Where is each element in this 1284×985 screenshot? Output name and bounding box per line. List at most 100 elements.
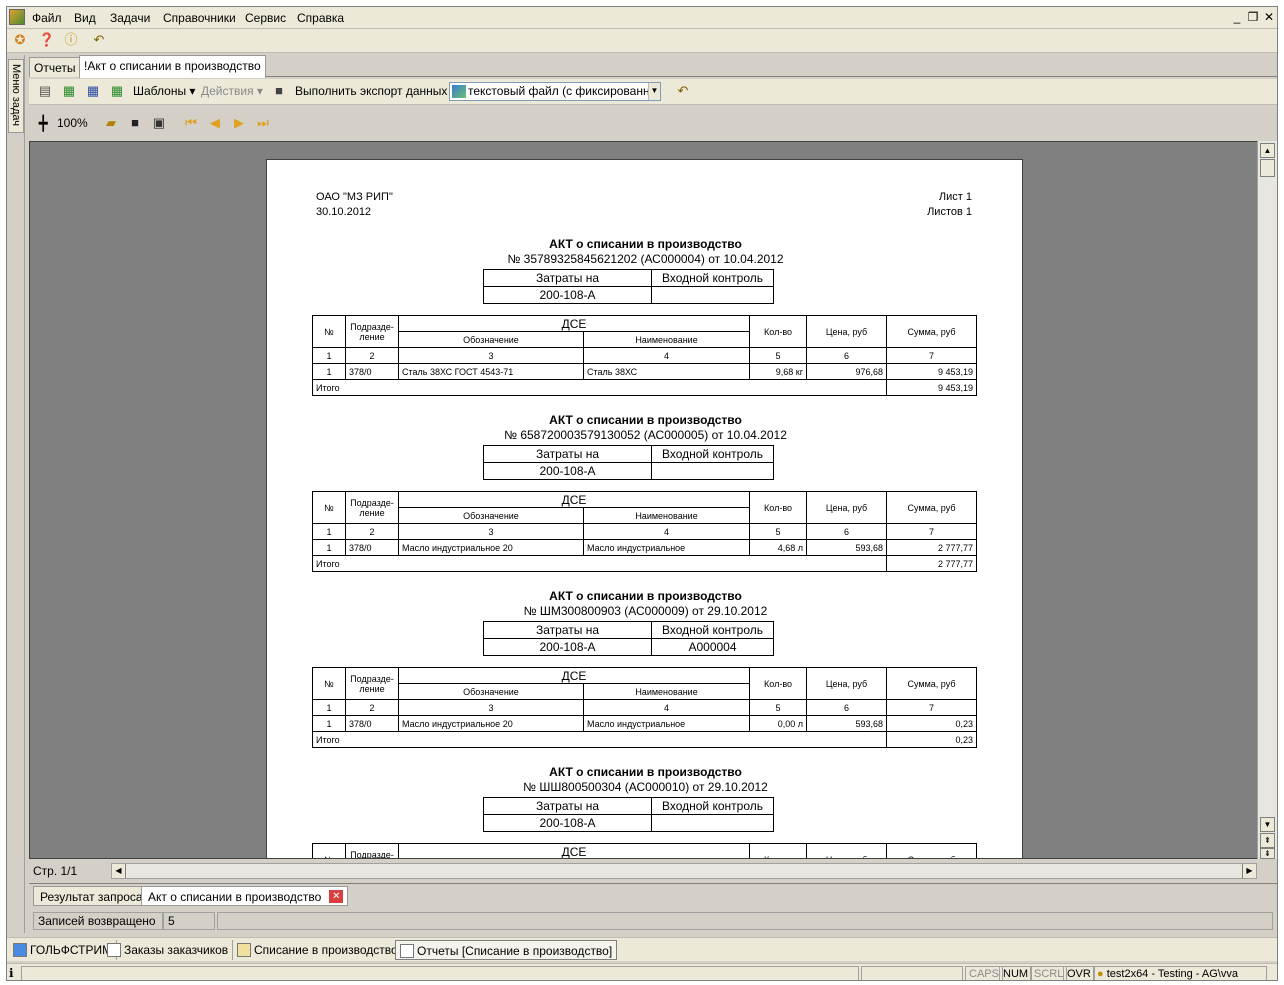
colnum: 7 bbox=[886, 347, 978, 364]
scroll-down-icon[interactable]: ▼ bbox=[1260, 817, 1275, 832]
tab-query-result[interactable]: Результат запроса bbox=[33, 886, 150, 906]
act-subtitle: № ШШ800500304 (АС000010) от 29.10.2012 bbox=[523, 780, 768, 794]
task-reports[interactable]: Отчеты [Списание в производство] bbox=[395, 940, 618, 960]
tab-reports[interactable]: Отчеты bbox=[29, 57, 81, 77]
total-row: Итого 0,23 bbox=[311, 731, 978, 748]
first-page-icon[interactable]: ⏮ bbox=[181, 113, 201, 133]
task-customer-orders[interactable]: Заказы заказчиков bbox=[103, 940, 234, 960]
menu-view[interactable]: Вид bbox=[74, 11, 96, 25]
items-table: №Подразде-лениеДСЕКол-воЦена, рубСумма, … bbox=[311, 315, 978, 396]
report-viewer[interactable]: ОАО "МЗ РИП" 30.10.2012 Лист 1 Листов 1 … bbox=[29, 141, 1265, 859]
open-icon[interactable]: ▰ bbox=[101, 113, 121, 133]
page-up-icon[interactable]: ⇞ bbox=[1260, 833, 1275, 848]
exit-icon[interactable]: ↶ bbox=[89, 30, 109, 50]
scroll-thumb[interactable] bbox=[1260, 159, 1275, 177]
text-file-icon bbox=[452, 85, 466, 98]
status-bar: ℹ CAPS NUM SCRL OVR ● test2x64 - Testing… bbox=[7, 963, 1277, 980]
window-icon bbox=[13, 943, 27, 957]
user-icon: ● bbox=[1097, 968, 1104, 980]
info-icon: ℹ bbox=[9, 966, 14, 980]
colnum: 3 bbox=[398, 347, 584, 364]
menu-service[interactable]: Сервис bbox=[245, 11, 286, 25]
task-menu-tab[interactable]: Меню задач bbox=[8, 59, 24, 133]
tab-act-report[interactable]: !Акт о списании в производство bbox=[79, 55, 266, 78]
num-indicator: NUM bbox=[999, 966, 1033, 980]
table-row: 1 378/0 Сталь 38ХС ГОСТ 4543-71 Сталь 38ХС 9… bbox=[312, 363, 978, 380]
page-down-icon[interactable]: ⇟ bbox=[1260, 848, 1275, 859]
act-subtitle: № ШМ300800903 (АС000009) от 29.10.2012 bbox=[523, 604, 768, 618]
next-page-icon[interactable]: ▶ bbox=[229, 113, 249, 133]
colnum: 2 bbox=[345, 347, 399, 364]
document-icon bbox=[107, 943, 121, 957]
actions-menu[interactable]: Действия ▾ bbox=[201, 84, 263, 98]
menu-help[interactable]: Справка bbox=[297, 11, 344, 25]
export-format-select[interactable]: текстовый файл (с фиксированным ▼ bbox=[449, 82, 661, 101]
menu-file[interactable]: Файл bbox=[32, 11, 62, 25]
col-dse: ДСЕ bbox=[397, 315, 751, 332]
info-icon[interactable]: ⓘ bbox=[61, 30, 81, 50]
sheet-count: Листов 1 bbox=[927, 206, 972, 218]
act-title: АКТ о списании в производство bbox=[549, 589, 742, 603]
org-name: ОАО "МЗ РИП" bbox=[316, 191, 393, 203]
col-no: № bbox=[312, 315, 346, 348]
act-subtitle: № 658720003579130052 (АС000005) от 10.04… bbox=[504, 428, 787, 442]
vertical-scrollbar[interactable]: ▲ ▼ ⇞ ⇟ bbox=[1257, 141, 1277, 859]
document-icon bbox=[237, 943, 251, 957]
tab-act-result[interactable]: Акт о списании в производство ✕ bbox=[141, 886, 349, 906]
scroll-right-icon[interactable]: ▶ bbox=[1242, 864, 1256, 878]
export-icon[interactable]: ■ bbox=[269, 81, 289, 101]
task-write-off[interactable]: Списание в производство bbox=[233, 940, 403, 960]
records-label: Записей возвращено bbox=[33, 912, 163, 930]
cost-table: Затраты на Входной контроль 200-108-А bbox=[483, 445, 774, 480]
caps-indicator: CAPS bbox=[965, 966, 1003, 980]
close-icon[interactable]: ✕ bbox=[1261, 9, 1277, 25]
colnum: 5 bbox=[749, 347, 808, 364]
templates-menu[interactable]: Шаблоны ▾ bbox=[133, 84, 195, 98]
last-page-icon[interactable]: ⏭ bbox=[253, 113, 273, 133]
col-designation: Обозначение bbox=[398, 331, 584, 348]
save-icon[interactable]: ■ bbox=[125, 113, 145, 133]
status-message bbox=[21, 966, 859, 980]
zoom-icon[interactable]: ┿ bbox=[39, 115, 47, 132]
cost-value: 200-108-А bbox=[483, 286, 652, 304]
scroll-left-icon[interactable]: ◀ bbox=[112, 864, 126, 878]
scroll-up-icon[interactable]: ▲ bbox=[1260, 143, 1275, 158]
report-toolbar: ▤ ▦ ▦ ▦ Шаблоны ▾ Действия ▾ ■ Выполнить… bbox=[29, 79, 1277, 105]
act-title: АКТ о списании в производство bbox=[549, 237, 742, 251]
export-other-icon[interactable]: ▦ bbox=[107, 81, 127, 101]
chevron-down-icon[interactable]: ▼ bbox=[648, 83, 660, 100]
run-export-icon[interactable]: ↶ bbox=[673, 81, 693, 101]
task-golfstream[interactable]: ГОЛЬФСТРИМ bbox=[9, 940, 118, 960]
print-icon[interactable]: ▣ bbox=[149, 113, 169, 133]
report-page: ОАО "МЗ РИП" 30.10.2012 Лист 1 Листов 1 … bbox=[266, 159, 1023, 858]
control-head: Входной контроль bbox=[651, 269, 774, 287]
items-table: №Подразде-лениеДСЕКол-воЦена, рубСумма, … bbox=[311, 491, 978, 572]
preview-status-row: Стр. 1/1 ◀ ▶ bbox=[29, 861, 1277, 881]
export-word-icon[interactable]: ▦ bbox=[83, 81, 103, 101]
export-label: Выполнить экспорт данных в: bbox=[295, 84, 461, 98]
page-indicator: Стр. 1/1 bbox=[33, 864, 78, 878]
zoom-level[interactable]: 100% bbox=[57, 116, 88, 130]
col-qty: Кол-во bbox=[749, 315, 808, 348]
colnum: 1 bbox=[312, 347, 346, 364]
export-excel-icon[interactable]: ▦ bbox=[59, 81, 79, 101]
total-row: Итого 2 777,77 bbox=[311, 555, 978, 572]
report-date: 30.10.2012 bbox=[316, 206, 372, 218]
menu-references[interactable]: Справочники bbox=[163, 11, 236, 25]
close-icon[interactable]: ✕ bbox=[329, 890, 344, 903]
print-preview-icon[interactable]: ▤ bbox=[35, 81, 55, 101]
help-icon[interactable]: ❓ bbox=[37, 30, 57, 50]
minimize-icon[interactable]: _ bbox=[1229, 9, 1245, 25]
act-title: АКТ о списании в производство bbox=[549, 413, 742, 427]
prev-page-icon[interactable]: ◀ bbox=[205, 113, 225, 133]
document-tabs: Отчеты !Акт о списании в производство bbox=[29, 55, 1277, 78]
records-row: Записей возвращено 5 bbox=[29, 909, 1277, 935]
restore-icon[interactable]: ❐ bbox=[1245, 9, 1261, 25]
sheet-number: Лист 1 bbox=[938, 191, 972, 203]
tasks-icon[interactable]: ✪ bbox=[10, 30, 30, 50]
table-row: 1 378/0 Масло индустриальное 20 Масло индус… bbox=[312, 539, 978, 556]
horizontal-scrollbar[interactable]: ◀ ▶ bbox=[111, 863, 1257, 879]
menu-tasks[interactable]: Задачи bbox=[110, 11, 150, 25]
cost-table: Затраты на Входной контроль 200-108-А bbox=[483, 797, 774, 832]
cost-table: Затраты на Входной контроль 200-108-А bbox=[483, 269, 774, 304]
